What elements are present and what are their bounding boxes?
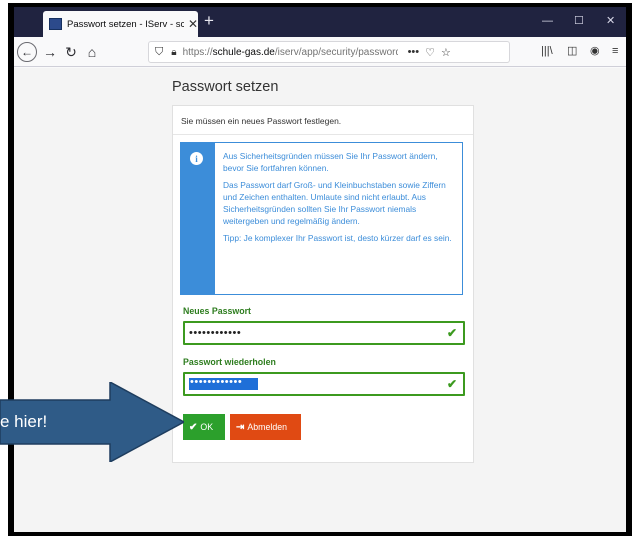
logout-label: Abmelden [247,422,288,432]
repeat-password-field[interactable]: •••••••••••• ✔ [183,372,465,396]
home-button[interactable]: ⌂ [82,42,102,62]
browser-tab[interactable]: Passwort setzen - IServ - schule-gas.de … [43,11,198,37]
back-button[interactable]: ← [17,42,37,62]
page-content: Passwort setzen Sie müssen ein neues Pas… [14,68,626,532]
check-icon: ✔ [446,326,457,340]
new-tab-button[interactable]: + [204,12,214,29]
url-text: https://schule-gas.de/iserv/app/security… [182,46,398,58]
tab-title: Passwort setzen - IServ - schule-gas.de [67,18,184,30]
check-icon: ✔ [189,421,198,433]
check-icon: ✔ [446,377,457,391]
menu-icon[interactable]: ≡ [612,46,618,57]
intro-text: Sie müssen ein neues Passwort festlegen. [181,116,342,126]
account-icon[interactable]: ◉ [590,46,600,57]
ok-button[interactable]: ✔ OK [183,414,225,440]
close-tab-icon[interactable]: ✕ [188,18,198,30]
info-icon: i [190,152,203,165]
logout-button[interactable]: ⇥ Abmelden [230,414,301,440]
forward-button[interactable]: → [40,42,60,62]
reload-button[interactable]: ↻ [61,42,81,62]
navigation-bar: ← → ↻ ⌂ ⛉ 🔒︎ https://schule-gas.de/iserv… [14,37,626,67]
page-actions-icon[interactable]: ••• [408,46,420,58]
minimize-button[interactable]: — [542,16,553,27]
new-password-input[interactable] [189,325,439,341]
new-password-label: Neues Passwort [183,306,251,316]
info-alert: i Aus Sicherheitsgründen müssen Sie Ihr … [180,142,463,295]
page-title: Passwort setzen [172,79,279,95]
logout-icon: ⇥ [236,421,245,433]
favicon-icon [49,18,62,30]
maximize-button[interactable]: ☐ [574,16,584,27]
repeat-password-input[interactable]: •••••••••••• [190,376,242,388]
sidebar-icon[interactable]: ◫ [567,46,577,57]
bookmark-star-icon[interactable]: ☆ [441,46,451,59]
new-password-field[interactable]: ✔ [183,321,465,345]
lock-icon[interactable]: 🔒︎ [171,47,176,58]
pocket-icon[interactable]: ♡ [425,46,435,59]
tab-bar: Passwort setzen - IServ - schule-gas.de … [14,7,626,37]
repeat-password-label: Passwort wiederholen [183,357,276,367]
url-bar[interactable]: ⛉ 🔒︎ https://schule-gas.de/iserv/app/sec… [148,41,510,63]
library-icon[interactable]: |||\ [541,46,553,57]
annotation-text: e hier! [0,412,48,431]
divider [173,134,473,135]
alert-paragraph: Das Passwort darf Groß- und Kleinbuchsta… [223,179,446,227]
close-window-button[interactable]: ✕ [606,16,615,27]
shield-icon[interactable]: ⛉ [155,46,163,59]
alert-text: Aus Sicherheitsgründen müssen Sie Ihr Pa… [223,150,455,248]
ok-label: OK [200,422,214,432]
alert-paragraph: Tipp: Je komplexer Ihr Passwort ist, des… [223,232,452,243]
alert-paragraph: Aus Sicherheitsgründen müssen Sie Ihr Pa… [223,151,438,174]
password-card: Sie müssen ein neues Passwort festlegen.… [172,105,474,463]
alert-bar: i [181,143,215,294]
